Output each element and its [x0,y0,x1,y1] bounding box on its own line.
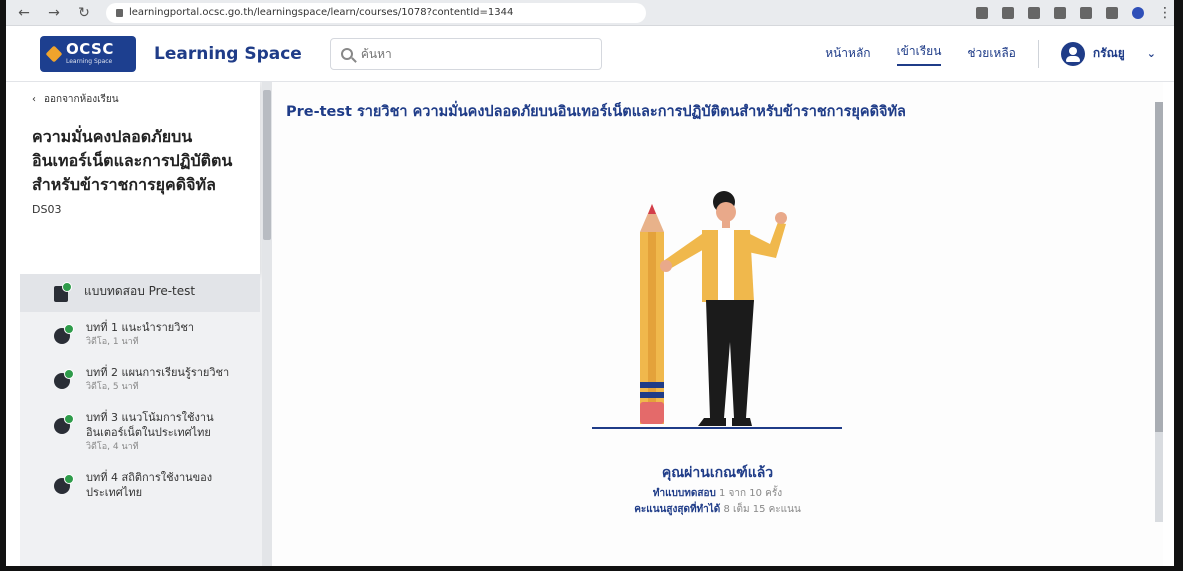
back-arrow-icon[interactable]: ← [16,5,32,21]
lesson-list: แบบทดสอบ Pre-test บทที่ 1 แนะนำรายวิชา ว… [20,274,260,508]
lock-icon [116,8,123,17]
chevron-down-icon[interactable]: ⌄ [1147,47,1156,60]
best-score-line: คะแนนสูงสุดที่ทำได้ 8 เต็ม 15 คะแนน [272,502,1163,517]
avatar-icon [1060,41,1085,66]
logo-sub-text: Learning Space [66,58,113,65]
logo-main-text: OCSC [66,40,114,58]
translate-icon[interactable] [1002,6,1014,19]
lesson-title: แบบทดสอบ Pre-test [84,284,196,298]
lesson-item[interactable]: บทที่ 2 แผนการเรียนรู้รายวิชา วิดีโอ, 5 … [20,357,260,402]
course-card: ‹ ออกจากห้องเรียน ความมั่นคงปลอดภัยบนอิน… [20,82,260,274]
leave-classroom-link[interactable]: ‹ ออกจากห้องเรียน [32,92,248,107]
search-box[interactable] [329,37,602,70]
video-icon [54,474,74,494]
pencil-person-illustration [592,191,842,429]
page-title: Pre-test รายวิชา ความมั่นคงปลอดภัยบนอินเ… [286,104,906,120]
lesson-item[interactable]: แบบทดสอบ Pre-test [20,274,260,312]
result-title: คุณผ่านเกณฑ์แล้ว [661,465,774,481]
nav-help[interactable]: ช่วยเหลือ [967,44,1016,63]
nav-home[interactable]: หน้าหลัก [825,44,870,63]
main-content: Pre-test รายวิชา ความมั่นคงปลอดภัยบนอินเ… [272,82,1163,566]
nav-learn[interactable]: เข้าเรียน [896,42,942,66]
best-score-value: 8 เต็ม 15 คะแนน [723,504,801,515]
lesson-title: บทที่ 2 แผนการเรียนรู้รายวิชา [86,366,230,379]
video-icon [54,369,74,389]
search-icon [340,47,353,60]
main-scroll-thumb[interactable] [1155,102,1163,432]
video-icon [54,414,74,434]
bookmark-star-icon[interactable] [1054,6,1066,19]
video-icon [54,324,74,344]
nav-divider [1037,39,1039,68]
quiz-icon [54,282,72,302]
main-scrollbar[interactable] [1155,102,1163,522]
course-title: ความมั่นคงปลอดภัยบนอินเทอร์เน็ตและการปฏิ… [32,127,233,194]
user-name: กรัณยู [1092,46,1125,60]
puzzle-icon[interactable] [1080,6,1092,19]
attempts-value: 1 จาก 10 ครั้ง [718,488,783,499]
lesson-item[interactable]: บทที่ 4 สถิติการใช้งานของประเทศไทย [20,462,260,508]
url-text: learningportal.ocsc.go.th/learningspace/… [129,7,514,18]
browser-actions: ⋮ [976,6,1172,20]
app-name: Learning Space [154,43,302,64]
search-input[interactable] [360,46,561,61]
chevron-left-icon: ‹ [32,94,36,105]
logo-text: OCSC Learning Space [66,42,114,65]
ocsc-logo[interactable]: OCSC Learning Space [40,35,136,72]
extension-icon[interactable] [976,6,988,19]
top-nav: หน้าหลัก เข้าเรียน ช่วยเหลือ กรัณยู ⌄ [825,39,1156,68]
course-sidebar: ‹ ออกจากห้องเรียน ความมั่นคงปลอดภัยบนอิน… [20,82,272,566]
lesson-meta: วิดีโอ, 4 นาที [86,442,139,452]
sidepanel-icon[interactable] [1106,6,1118,19]
profile-icon[interactable] [1132,6,1144,19]
leave-classroom-label: ออกจากห้องเรียน [44,94,119,105]
address-bar[interactable]: learningportal.ocsc.go.th/learningspace/… [106,2,646,23]
app-frame: ← → ↻ learningportal.ocsc.go.th/learning… [6,0,1174,566]
app-header: OCSC Learning Space Learning Space หน้าห… [6,26,1174,82]
lesson-title: บทที่ 3 แนวโน้มการใช้งานอินเตอร์เน็ตในปร… [86,411,214,439]
lesson-item[interactable]: บทที่ 1 แนะนำรายวิชา วิดีโอ, 1 นาที [20,312,260,357]
best-score-label: คะแนนสูงสุดที่ทำได้ [634,504,721,515]
lesson-meta: วิดีโอ, 5 นาที [86,382,139,392]
logo-mark-icon [45,45,63,62]
lesson-item[interactable]: บทที่ 3 แนวโน้มการใช้งานอินเตอร์เน็ตในปร… [20,402,260,462]
share-icon[interactable] [1028,6,1040,19]
more-menu-icon[interactable]: ⋮ [1158,6,1172,20]
lesson-title: บทที่ 1 แนะนำรายวิชา [86,321,195,334]
reload-icon[interactable]: ↻ [76,5,92,21]
attempts-line: ทำแบบทดสอบ 1 จาก 10 ครั้ง [272,486,1163,501]
forward-arrow-icon[interactable]: → [46,5,62,21]
sidebar-scrollbar[interactable] [262,82,272,566]
lesson-title: บทที่ 4 สถิติการใช้งานของประเทศไทย [86,471,213,499]
lesson-meta: วิดีโอ, 1 นาที [86,337,139,347]
browser-toolbar: ← → ↻ learningportal.ocsc.go.th/learning… [6,0,1174,26]
course-code: DS03 [32,203,62,216]
user-menu[interactable]: กรัณยู ⌄ [1060,41,1156,66]
attempts-label: ทำแบบทดสอบ [652,488,716,499]
sidebar-scroll-thumb[interactable] [263,90,271,240]
